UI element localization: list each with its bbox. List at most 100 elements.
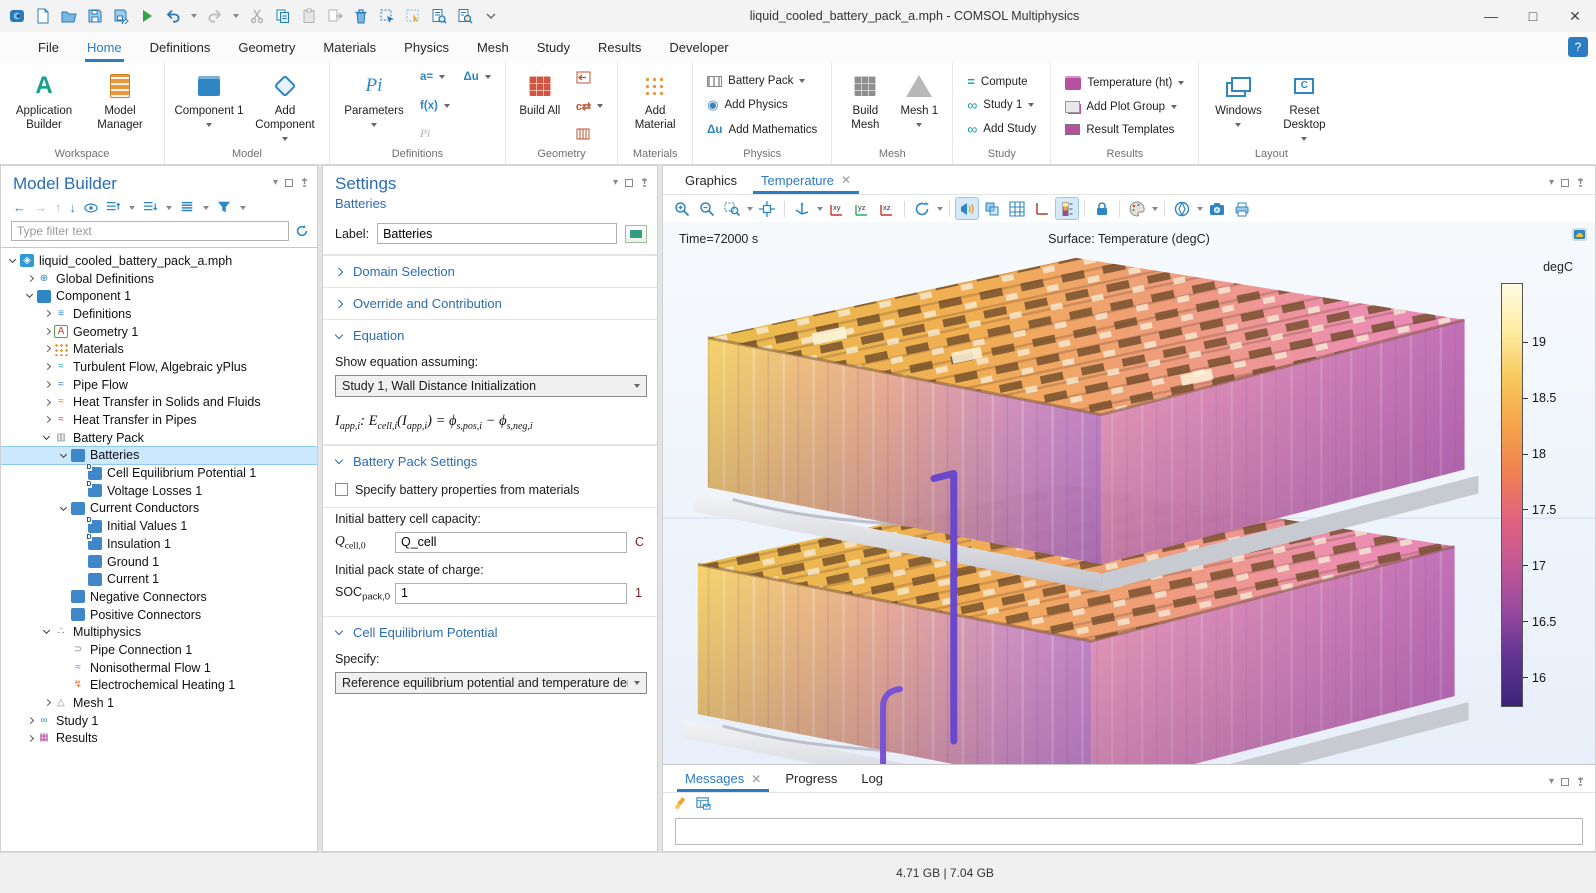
float-panel-icon[interactable] [625,179,633,187]
message-settings-icon[interactable] [696,796,711,814]
zoom-extents-icon[interactable] [756,198,778,219]
show-grid-icon[interactable] [1006,198,1028,219]
reset-desktop-button[interactable]: CReset Desktop [1273,68,1335,145]
menu-home[interactable]: Home [73,32,136,62]
filter-input[interactable] [11,221,289,241]
specify-dropdown[interactable]: Reference equilibrium potential and temp… [335,672,647,694]
expanded-arrow-icon[interactable] [41,623,54,641]
delete-icon[interactable] [352,8,369,25]
model-tree-node-icon[interactable] [180,200,194,215]
scene-light-icon[interactable] [956,198,978,219]
view-xz-icon[interactable]: xz [876,198,898,219]
pin-icon[interactable] [640,178,649,188]
zoom-in-icon[interactable] [671,198,693,219]
geometry-update-button[interactable]: c⇄ [572,99,607,114]
tree-item[interactable]: Ground 1 [1,553,317,571]
tree-item[interactable]: Component 1 [1,287,317,305]
plot-thumbnail-icon[interactable] [1572,228,1587,244]
tab-messages[interactable]: Messages✕ [673,765,773,792]
section-cell-equilibrium[interactable]: Cell Equilibrium Potential [323,616,657,648]
geometry-partition-button[interactable] [572,127,607,141]
rename-button[interactable] [625,225,647,243]
menu-study[interactable]: Study [523,32,584,62]
pin-icon[interactable] [1576,178,1585,188]
move-down-icon[interactable]: ↓ [70,200,77,215]
close-tab-icon[interactable]: ✕ [751,772,761,786]
soc-input[interactable] [395,583,627,604]
panel-menu-icon[interactable]: ▾ [1549,177,1554,188]
maximize-button[interactable]: □ [1512,0,1554,32]
functions-button[interactable]: f(x) [416,99,495,113]
menu-file[interactable]: File [24,32,73,62]
collapsed-arrow-icon[interactable] [24,270,37,288]
tree-item[interactable]: AGeometry 1 [1,323,317,341]
environment-icon[interactable] [1171,198,1193,219]
transparency-icon[interactable] [981,198,1003,219]
collapsed-arrow-icon[interactable] [41,376,54,394]
tree-item[interactable]: ↯Electrochemical Heating 1 [1,677,317,695]
lock-icon[interactable] [1091,198,1113,219]
tree-item[interactable]: ∞Study 1 [1,712,317,730]
rotate-icon[interactable] [911,198,933,219]
tree-item[interactable]: ⊃Pipe Connection 1 [1,641,317,659]
result-templates-button[interactable]: Result Templates [1061,123,1188,137]
find-icon[interactable] [430,8,447,25]
tree-item[interactable]: ≈Pipe Flow [1,376,317,394]
tree-item[interactable]: Current 1 [1,570,317,588]
section-domain-selection[interactable]: Domain Selection [323,255,657,287]
menu-mesh[interactable]: Mesh [463,32,523,62]
pin-icon[interactable] [300,178,309,188]
capacity-input[interactable] [395,532,627,553]
save-as-icon[interactable] [112,8,129,25]
graphics-canvas[interactable]: Time=72000 s Surface: Temperature (degC) [663,222,1595,764]
filter-icon[interactable] [217,200,231,215]
print-icon[interactable] [1231,198,1253,219]
expanded-arrow-icon[interactable] [24,287,37,305]
back-icon[interactable]: ← [13,200,26,215]
save-icon[interactable] [86,8,103,25]
show-icon[interactable] [84,201,98,215]
section-battery-pack-settings[interactable]: Battery Pack Settings [323,445,657,477]
messages-output[interactable] [675,818,1583,845]
tree-item[interactable]: DCell Equilibrium Potential 1 [1,464,317,482]
forward-icon[interactable]: → [34,200,47,215]
add-study-button[interactable]: ∞Add Study [963,120,1040,138]
run-icon[interactable] [138,8,155,25]
tree-item[interactable]: ▥Battery Pack [1,429,317,447]
add-physics-button[interactable]: ◉Add Physics [703,96,821,114]
collapsed-arrow-icon[interactable] [41,694,54,712]
view-xy-icon[interactable]: xy [826,198,848,219]
clear-messages-icon[interactable] [673,796,688,814]
default-view-icon[interactable] [791,198,813,219]
model-manager-button[interactable]: Model Manager [84,68,156,145]
tab-log[interactable]: Log [849,765,895,792]
show-axis-icon[interactable] [1031,198,1053,219]
tree-item[interactable]: ≈Nonisothermal Flow 1 [1,659,317,677]
redo-icon[interactable] [206,8,223,25]
study1-button[interactable]: ∞Study 1 [963,96,1040,114]
tree-item[interactable]: DInitial Values 1 [1,517,317,535]
snapshot-icon[interactable] [1206,198,1228,219]
undo-icon[interactable] [164,8,181,25]
zoom-selection-icon[interactable] [378,8,395,25]
menu-definitions[interactable]: Definitions [136,32,225,62]
view-yz-icon[interactable]: yz [851,198,873,219]
tab-temperature[interactable]: Temperature✕ [749,166,863,194]
panel-menu-icon[interactable]: ▾ [613,177,618,188]
float-panel-icon[interactable] [1561,778,1569,786]
build-all-button[interactable]: Build All [514,68,566,145]
move-up-icon[interactable]: ↑ [55,200,62,215]
expanded-arrow-icon[interactable] [7,252,20,270]
view-log-icon[interactable] [456,8,473,25]
windows-button[interactable]: Windows [1207,68,1269,145]
compute-button[interactable]: =Compute [963,73,1040,90]
zoom-box-icon[interactable] [721,198,743,219]
menu-results[interactable]: Results [584,32,655,62]
tree-item[interactable]: Current Conductors [1,500,317,518]
tree-item[interactable]: △Mesh 1 [1,694,317,712]
tree-item[interactable]: ≈Heat Transfer in Pipes [1,411,317,429]
duplicate-icon[interactable] [326,8,343,25]
tree-item[interactable]: DVoltage Losses 1 [1,482,317,500]
geometry-import-button[interactable] [572,70,607,85]
tree-item[interactable]: ⊕Global Definitions [1,270,317,288]
